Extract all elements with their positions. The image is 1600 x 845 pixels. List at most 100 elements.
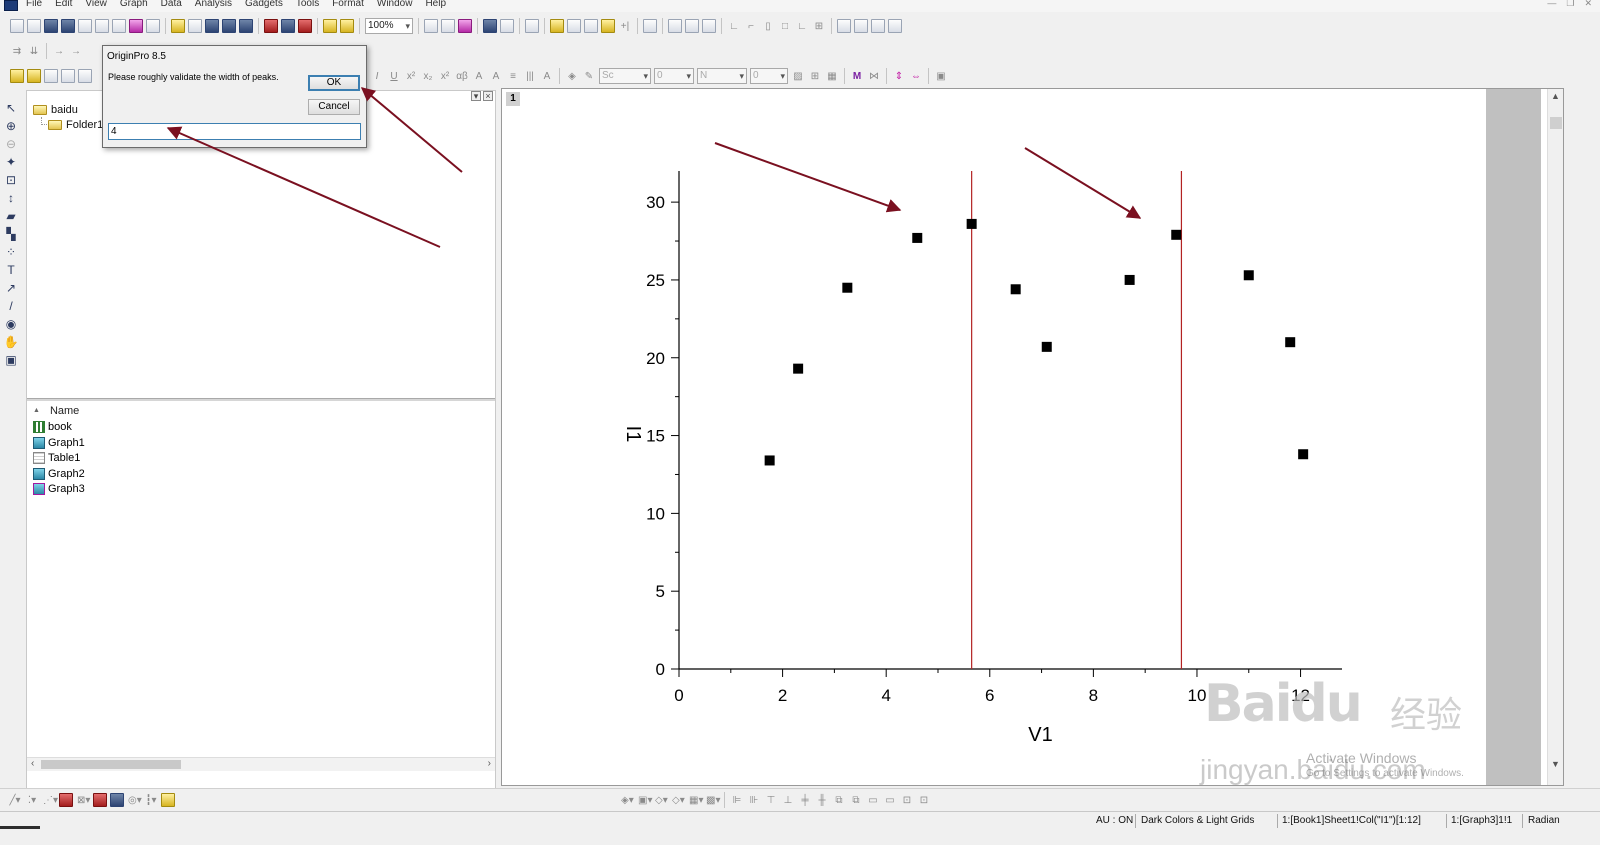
restore-button[interactable]: ❐ [1566,0,1574,9]
minimize-button[interactable]: — [1547,0,1556,9]
project-explorer-icon[interactable] [525,19,539,33]
scroll-down-icon[interactable]: ▼ [1551,759,1560,769]
zoom-out-icon[interactable]: ⊖ [3,136,19,152]
text-tool-icon[interactable]: T [3,262,19,278]
region-tool-icon[interactable]: ▣ [3,352,19,368]
pointer-icon[interactable]: ↖ [3,100,19,116]
3d-bars-icon[interactable]: ▣▾ [637,793,652,807]
3d-surface-icon[interactable]: ◈▾ [620,793,634,807]
copy-page-icon[interactable] [458,19,472,33]
underline-icon[interactable]: U [387,69,401,83]
line-color-icon[interactable]: ✎ [582,69,596,83]
new-project-icon[interactable] [10,19,24,33]
line-plot-icon[interactable]: ╱▾ [8,793,22,807]
results-log-icon[interactable] [483,19,497,33]
origin-app-icon[interactable] [4,0,18,11]
italic-icon[interactable]: I [370,69,384,83]
menu-edit[interactable]: Edit [55,0,72,9]
template-library-icon[interactable] [161,793,175,807]
3d-scatter-icon[interactable]: ◇▾ [654,793,668,807]
new-workbook-icon[interactable] [44,19,58,33]
extract-layers-icon[interactable] [702,19,716,33]
tree-folder-folder1[interactable]: Folder1 [48,119,103,131]
command-window-icon[interactable] [500,19,514,33]
align-hcenter-icon[interactable]: ╫ [815,793,829,807]
table-border-icon[interactable]: ▦ [825,69,839,83]
move-end-icon[interactable]: → [69,44,83,58]
data-reader-icon[interactable]: ⊡ [3,172,19,188]
area-plot-icon[interactable] [110,793,124,807]
axis-offset-icon[interactable]: ∟ [795,19,809,33]
horizontal-scrollbar[interactable]: ‹ › [27,757,495,771]
axis-top-left-icon[interactable]: ⌐ [744,19,758,33]
arrange-layers-icon[interactable] [668,19,682,33]
fit-page-icon[interactable]: ⊡ [917,793,931,807]
image-plot-icon[interactable]: ▩▾ [705,793,720,807]
shape-tool-icon[interactable]: ◉ [3,316,19,332]
fill-icon[interactable] [44,69,58,83]
new-notes-icon[interactable] [146,19,160,33]
save-project-icon[interactable] [222,19,236,33]
bar-plot-icon[interactable] [93,793,107,807]
scroll-right-icon[interactable]: › [488,758,491,769]
merge-graph-icon[interactable] [685,19,699,33]
group-icon[interactable]: ▭ [866,793,880,807]
new-matrix-icon[interactable] [95,19,109,33]
new-folder-icon[interactable] [27,19,41,33]
line-tool-icon[interactable]: / [3,298,19,314]
open-excel-icon[interactable] [205,19,219,33]
grid-icon[interactable]: ⊞ [808,69,822,83]
axis-left-right-icon[interactable]: ▯ [761,19,775,33]
scatter-tool-icon[interactable]: ⁘ [3,244,19,260]
bring-front-icon[interactable]: ⧉ [832,793,846,807]
script-window-icon[interactable] [567,19,581,33]
subscript-icon[interactable]: x₂ [421,69,435,83]
menu-tools[interactable]: Tools [296,0,319,9]
menu-gadgets[interactable]: Gadgets [245,0,283,9]
matrix-plot-icon[interactable]: ⊠▾ [76,793,90,807]
rescale-icon[interactable] [643,19,657,33]
new-graph-icon[interactable] [78,19,92,33]
data-selector-icon[interactable]: ↕ [3,190,19,206]
open-icon[interactable] [171,19,185,33]
fill-color-icon[interactable]: ◈ [565,69,579,83]
vertical-scrollbar[interactable]: ▲ ▼ [1547,89,1563,785]
import-ascii-icon[interactable] [281,19,295,33]
screen-reader-icon[interactable]: ✦ [3,154,19,170]
open-template-icon[interactable] [188,19,202,33]
name-column-header[interactable]: ▲ Name [33,405,79,417]
layer-contents-icon[interactable] [837,19,851,33]
distribute-horizontal-icon[interactable]: ⇔ [909,69,923,83]
swap-columns-icon[interactable]: ⇉ [10,44,24,58]
scroll-thumb[interactable] [41,760,181,769]
greek-icon[interactable]: αβ [455,69,469,83]
list-item-table1[interactable]: Table1 [33,452,80,464]
menu-format[interactable]: Format [332,0,364,9]
arrow-tool-icon[interactable]: ↗ [3,280,19,296]
brush-icon[interactable] [27,69,41,83]
align-right-icon[interactable]: ⊪ [747,793,761,807]
fill-pattern-combo[interactable]: N [697,68,747,84]
add-layer-icon[interactable]: +| [618,19,632,33]
scatter-plot-icon[interactable]: ⁚▾ [25,793,39,807]
column-plot-icon[interactable] [59,793,73,807]
axis-box-icon[interactable]: □ [778,19,792,33]
tree-folder-root[interactable]: baidu [33,104,78,116]
list-item-graph3[interactable]: Graph3 [33,483,85,495]
add-column-icon[interactable] [601,19,615,33]
move-right-icon[interactable]: → [52,44,66,58]
align-icon[interactable]: ≡ [506,69,520,83]
axis-bottom-left-icon[interactable]: ∟ [727,19,741,33]
unmerge-icon[interactable]: ⋈ [867,69,881,83]
pen-icon[interactable] [10,69,24,83]
cancel-button[interactable]: Cancel [308,99,360,115]
formula-icon[interactable] [584,19,598,33]
menu-view[interactable]: View [85,0,107,9]
zoom-combo[interactable]: 100% [365,18,413,34]
superscript-icon[interactable]: x² [404,69,418,83]
hand-tool-icon[interactable]: ✋ [3,334,19,350]
recalculate-icon[interactable] [323,19,337,33]
new-function-icon[interactable] [112,19,126,33]
lock-icon[interactable]: ▣ [934,69,948,83]
export-icon[interactable] [441,19,455,33]
